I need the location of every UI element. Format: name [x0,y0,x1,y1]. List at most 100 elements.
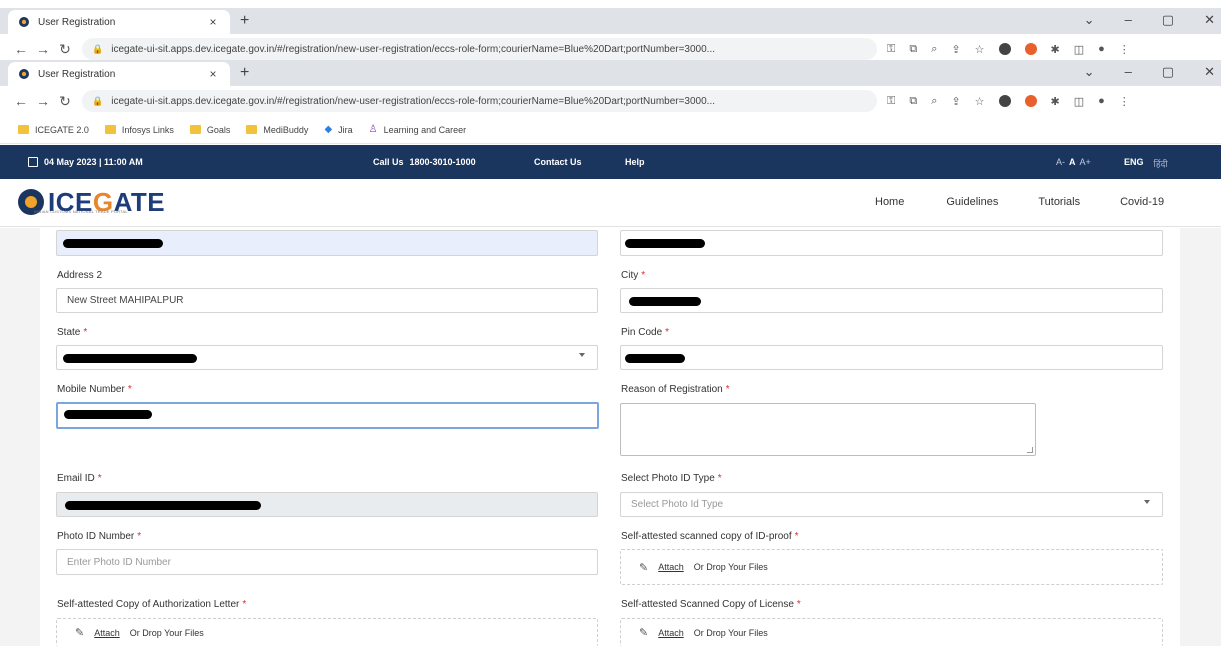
tab-title: User Registration [38,68,116,80]
sidepanel-icon[interactable]: ◫ [1074,43,1084,56]
key-icon[interactable]: ⚿ [887,43,895,56]
contact-us-link[interactable]: Contact Us [534,157,582,167]
url-text: icegate-ui-sit.apps.dev.icegate.gov.in/#… [111,95,716,107]
bookmark-infosys[interactable]: Infosys Links [104,125,174,135]
back-icon[interactable]: ← [10,41,32,57]
mobile-input[interactable] [56,402,599,429]
bookmark-jira[interactable]: ◆ Jira [324,124,352,135]
menu-icon[interactable]: ⋮ [1119,43,1130,56]
lock-icon: 🔒 [92,43,104,54]
paperclip-icon: ✎ [639,561,649,574]
redacted-value [625,354,685,363]
photo-number-input[interactable]: Enter Photo ID Number [56,549,598,575]
help-link[interactable]: Help [625,157,645,167]
reason-label: Reason of Registration * [621,384,730,395]
tab-search-icon[interactable]: ⌄ [1084,12,1095,28]
tab-close-icon[interactable]: × [206,15,220,29]
share-icon[interactable]: ⇪ [951,43,960,56]
attach-link[interactable]: Attach [94,628,120,638]
browser-tab[interactable]: User Registration × [8,10,230,34]
learning-icon: ♙ [368,124,378,135]
profile-icon[interactable]: ● [1098,95,1105,107]
folder-icon [246,125,258,134]
forward-icon[interactable]: → [32,93,54,109]
page-body: Address 2 New Street MAHIPALPUR City * St… [0,228,1221,646]
lang-hindi-button[interactable]: हिंदी [1154,157,1168,170]
profile-icon[interactable]: ● [1098,43,1105,55]
minimize-icon[interactable]: – [1125,64,1132,80]
new-tab-button[interactable]: + [240,64,249,82]
puzzle-icon[interactable]: ✱ [1051,95,1060,108]
minimize-icon[interactable]: – [1125,12,1132,28]
landmark-input[interactable] [620,230,1163,256]
close-window-icon[interactable]: ✕ [1204,64,1215,80]
logo-tagline: INDIAN CUSTOMS NATIONAL TRADE PORTAL [34,209,128,214]
nav-covid-19[interactable]: Covid-19 [1120,196,1164,208]
call-us[interactable]: Call Us 1800-3010-1000 [373,157,476,167]
bookmark-learning[interactable]: ♙ Learning and Career [369,124,467,135]
id-proof-dropzone[interactable]: ✎ Attach Or Drop Your Files [620,549,1163,585]
bookmark-star-icon[interactable]: ☆ [975,95,985,108]
bookmark-goals[interactable]: Goals [189,125,230,135]
restore-icon[interactable]: ▢ [1162,64,1174,80]
extension-icon[interactable] [1024,43,1037,55]
forward-icon[interactable]: → [32,41,54,57]
attach-link[interactable]: Attach [658,628,684,638]
reason-textarea[interactable] [620,403,1036,456]
bookmark-star-icon[interactable]: ☆ [975,43,985,56]
address2-label: Address 2 [57,270,103,281]
menu-icon[interactable]: ⋮ [1119,95,1130,108]
translate-icon[interactable]: ⧉ [909,43,917,56]
paperclip-icon: ✎ [639,627,649,639]
redacted-value [65,501,261,510]
registration-form: Address 2 New Street MAHIPALPUR City * St… [40,228,1180,646]
share-icon[interactable]: ⇪ [951,95,960,108]
address2-input[interactable]: New Street MAHIPALPUR [56,288,598,313]
lang-english-button[interactable]: ENG [1124,157,1144,170]
address-bar[interactable]: 🔒 icegate-ui-sit.apps.dev.icegate.gov.in… [82,38,877,60]
main-nav: Home Guidelines Tutorials Covid-19 [875,196,1164,208]
close-window-icon[interactable]: ✕ [1204,12,1215,28]
puzzle-icon[interactable]: ✱ [1051,43,1060,56]
attach-link[interactable]: Attach [658,562,684,572]
auth-letter-dropzone[interactable]: ✎ Attach Or Drop Your Files [56,618,598,646]
translate-icon[interactable]: ⧉ [909,95,917,108]
city-input[interactable] [620,288,1163,313]
new-tab-button[interactable]: + [240,12,249,30]
tab-close-icon[interactable]: × [206,67,220,81]
sidepanel-icon[interactable]: ◫ [1074,95,1084,108]
paperclip-icon: ✎ [75,627,85,639]
address-bar[interactable]: 🔒 icegate-ui-sit.apps.dev.icegate.gov.in… [82,90,877,112]
zoom-icon[interactable]: ⌕ [931,95,937,108]
browser-tab[interactable]: User Registration × [8,62,230,86]
nav-home[interactable]: Home [875,196,904,208]
pincode-label: Pin Code * [621,327,670,338]
resize-handle-icon[interactable] [1027,447,1033,453]
language-switch: ENG हिंदी [1124,157,1168,170]
nav-guidelines[interactable]: Guidelines [946,196,998,208]
state-select[interactable] [56,345,598,370]
address1-input[interactable] [56,230,598,256]
extension-icon[interactable] [1024,95,1037,107]
pincode-input[interactable] [620,345,1163,370]
lock-icon: 🔒 [92,95,104,106]
bookmark-medibuddy[interactable]: MediBuddy [246,125,308,135]
nav-tutorials[interactable]: Tutorials [1038,196,1080,208]
extension-icon[interactable] [998,43,1011,55]
reload-icon[interactable]: ↻ [54,93,76,110]
zoom-icon[interactable]: ⌕ [931,43,937,56]
reload-icon[interactable]: ↻ [54,41,76,58]
email-input[interactable] [56,492,598,517]
back-icon[interactable]: ← [10,93,32,109]
font-increase-button[interactable]: A+ [1080,157,1091,167]
folder-icon [189,125,201,134]
license-dropzone[interactable]: ✎ Attach Or Drop Your Files [620,618,1163,646]
restore-icon[interactable]: ▢ [1162,12,1174,28]
key-icon[interactable]: ⚿ [887,95,895,108]
font-normal-button[interactable]: A [1069,157,1076,167]
extension-icon[interactable] [998,95,1011,107]
tab-search-icon[interactable]: ⌄ [1084,64,1095,80]
bookmark-icegate[interactable]: ICEGATE 2.0 [18,125,89,135]
font-decrease-button[interactable]: A- [1056,157,1065,167]
photo-type-select[interactable]: Select Photo Id Type [620,492,1163,517]
